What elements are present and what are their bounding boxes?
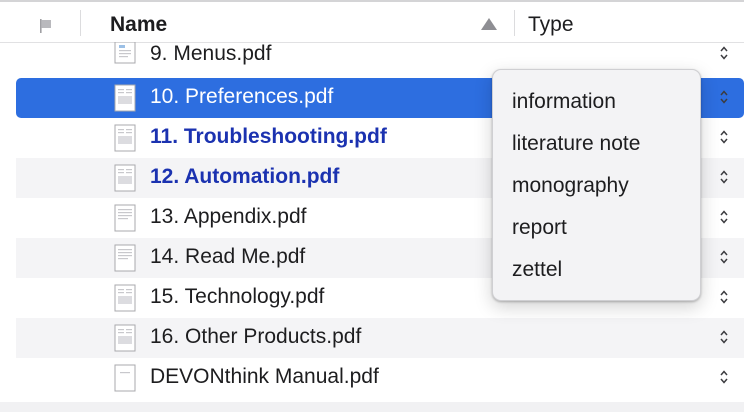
table-row[interactable]: 16. Other Products.pdf xyxy=(16,318,744,358)
type-dropdown-menu: information literature note monography r… xyxy=(492,69,701,301)
type-stepper-icon[interactable] xyxy=(720,210,728,224)
type-stepper-icon[interactable] xyxy=(720,370,728,384)
pdf-file-icon xyxy=(114,364,136,392)
type-stepper-icon[interactable] xyxy=(720,170,728,184)
name-column-header[interactable]: Name xyxy=(110,13,167,37)
pdf-file-icon xyxy=(114,324,136,352)
column-separator[interactable] xyxy=(514,10,515,36)
type-stepper-icon[interactable] xyxy=(720,290,728,304)
type-stepper-icon[interactable] xyxy=(720,130,728,144)
file-name: 16. Other Products.pdf xyxy=(150,325,362,348)
sort-ascending-icon[interactable] xyxy=(481,18,497,30)
type-column-header[interactable]: Type xyxy=(528,13,574,37)
pdf-file-icon xyxy=(114,204,136,232)
pdf-file-icon xyxy=(114,84,136,112)
pdf-file-icon xyxy=(114,42,136,64)
file-name: 9. Menus.pdf xyxy=(150,42,272,65)
file-name: 10. Preferences.pdf xyxy=(150,85,334,108)
pdf-file-icon xyxy=(114,164,136,192)
type-stepper-icon[interactable] xyxy=(720,250,728,264)
file-name: 11. Troubleshooting.pdf xyxy=(150,125,387,148)
list-bottom-edge xyxy=(0,402,744,412)
menu-item-literature-note[interactable]: literature note xyxy=(512,132,640,156)
menu-item-monography[interactable]: monography xyxy=(512,174,629,198)
file-name: 12. Automation.pdf xyxy=(150,165,340,188)
file-name: 13. Appendix.pdf xyxy=(150,205,307,228)
file-name: 15. Technology.pdf xyxy=(150,285,325,308)
column-separator[interactable] xyxy=(80,10,81,36)
pdf-file-icon xyxy=(114,284,136,312)
type-stepper-icon[interactable] xyxy=(720,46,728,60)
column-header: Name Type xyxy=(0,2,744,43)
type-stepper-icon[interactable] xyxy=(720,90,728,104)
pdf-file-icon xyxy=(114,244,136,272)
menu-item-information[interactable]: information xyxy=(512,90,616,114)
menu-item-zettel[interactable]: zettel xyxy=(512,258,562,282)
file-name: DEVONthink Manual.pdf xyxy=(150,365,379,388)
file-name: 14. Read Me.pdf xyxy=(150,245,306,268)
menu-item-report[interactable]: report xyxy=(512,216,567,240)
type-stepper-icon[interactable] xyxy=(720,330,728,344)
flag-icon[interactable] xyxy=(38,18,54,34)
pdf-file-icon xyxy=(114,124,136,152)
table-row[interactable]: DEVONthink Manual.pdf xyxy=(16,358,744,398)
